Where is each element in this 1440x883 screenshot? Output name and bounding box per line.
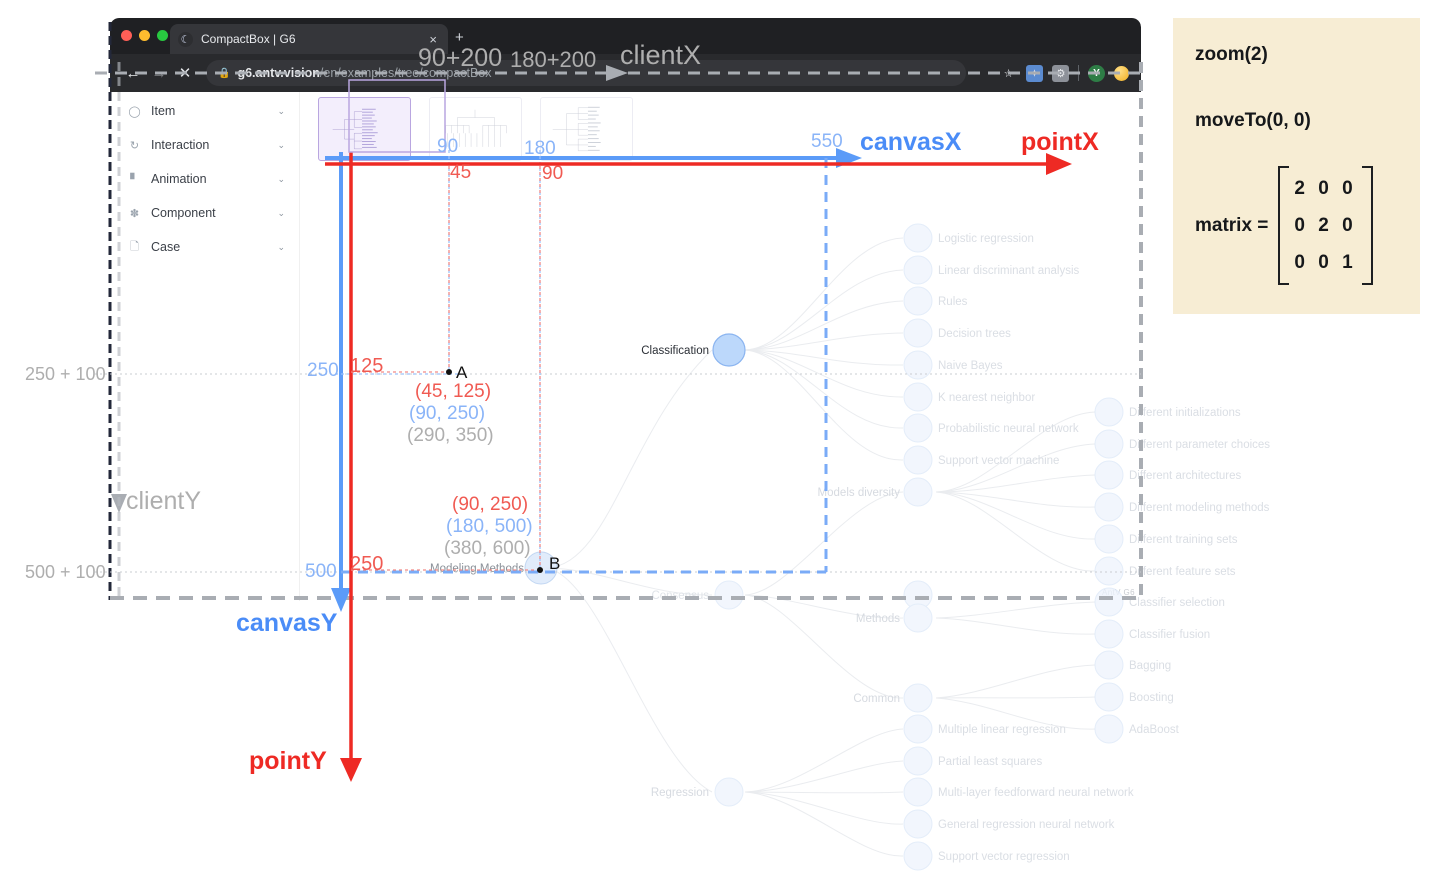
matrix-row-2: 0 2 0	[1294, 215, 1357, 237]
thumbnail-compact-box[interactable]	[318, 97, 411, 161]
matrix-row-1: 2 0 0	[1294, 178, 1357, 199]
thumbnail-mindmap[interactable]	[540, 97, 633, 161]
browser-window: ☾ CompactBox | G6 × + ← → ✕ 🔒 g6.antv.vi…	[110, 18, 1141, 601]
sidebar-item-label: Item	[151, 104, 176, 118]
svg-text:Different training sets: Different training sets	[1129, 534, 1238, 546]
matrix-brackets: 2 0 0 0 2 0 0 0 1	[1278, 166, 1373, 286]
models-diversity-children-labels: Different initializations Different para…	[1129, 407, 1270, 578]
svg-text:Different feature sets: Different feature sets	[1129, 566, 1236, 578]
bookmark-star-icon[interactable]: ☆	[1000, 65, 1017, 82]
matrix-row-3: 0 0 1	[1294, 252, 1357, 274]
url-domain: g6.antv.vision	[237, 66, 320, 80]
toolbar-divider	[1078, 65, 1079, 81]
svg-text:Different modeling methods: Different modeling methods	[1129, 502, 1270, 514]
sidebar-item-label: Case	[151, 240, 181, 254]
info-panel: zoom(2) moveTo(0, 0) matrix = 2 0 0 0 2 …	[1173, 18, 1420, 314]
common-children-labels: Bagging Boosting AdaBoost	[1129, 660, 1180, 736]
chevron-down-icon[interactable]: ⌄	[277, 106, 285, 117]
profile-icon[interactable]	[1114, 65, 1129, 81]
close-icon[interactable]: ×	[426, 33, 440, 46]
matrix-label: matrix =	[1195, 214, 1269, 236]
refresh-icon: ↻	[129, 139, 140, 152]
thumb-tree-icon	[332, 108, 378, 150]
svg-text:Support vector regression: Support vector regression	[938, 851, 1070, 863]
url-path: /en/examples/tree/compactBox	[319, 66, 492, 80]
sidebar-item-component[interactable]: ✽ Component ⌄	[110, 196, 299, 230]
tab-title: CompactBox | G6	[201, 32, 296, 46]
svg-text:Multiple linear regression: Multiple linear regression	[938, 724, 1066, 736]
svg-text:Common: Common	[853, 693, 900, 705]
thumb-mindmap-icon	[552, 106, 601, 152]
thumb-dendrogram-icon	[445, 109, 507, 147]
close-window-icon[interactable]	[121, 30, 132, 41]
chevron-down-icon[interactable]: ⌄	[277, 140, 285, 151]
screenshot-root: ☾ CompactBox | G6 × + ← → ✕ 🔒 g6.antv.vi…	[0, 0, 1440, 883]
tick-client-y-2: 500 + 100	[25, 562, 106, 582]
sidebar-item-animation[interactable]: ▘ Animation ⌄	[110, 162, 299, 196]
url-text: g6.antv.vision/en/examples/tree/compactB…	[237, 66, 491, 80]
svg-text:Classifier fusion: Classifier fusion	[1129, 629, 1210, 641]
browser-toolbar: ← → ✕ 🔒 g6.antv.vision/en/examples/tree/…	[110, 54, 1141, 92]
svg-text:Boosting: Boosting	[1129, 692, 1174, 704]
svg-text:Classifier selection: Classifier selection	[1129, 597, 1225, 609]
svg-text:Multi-layer feedforward neural: Multi-layer feedforward neural network	[938, 787, 1134, 799]
thumbnail-list	[318, 97, 633, 161]
window-controls[interactable]	[121, 30, 168, 41]
chart-icon: ▘	[130, 173, 139, 186]
chevron-down-icon[interactable]: ⌄	[277, 174, 285, 185]
moon-icon: ☾	[178, 31, 193, 47]
methods-children-labels: Classifier selection Classifier fusion	[1129, 597, 1225, 641]
svg-text:Partial least squares: Partial least squares	[938, 756, 1042, 768]
back-icon[interactable]: ←	[120, 60, 146, 86]
node-label-regression: Regression	[651, 787, 709, 799]
matrix-block: matrix = 2 0 0 0 2 0 0 0 1	[1195, 166, 1420, 286]
svg-text:Methods: Methods	[856, 613, 900, 625]
svg-text:Different initializations: Different initializations	[1129, 407, 1241, 419]
browser-titlebar: ☾ CompactBox | G6 × +	[110, 18, 1141, 54]
sidebar-item-case[interactable]: 🗋 Case ⌄	[110, 230, 299, 264]
avatar[interactable]: Y	[1088, 64, 1105, 82]
file-icon: 🗋	[130, 240, 139, 253]
chevron-down-icon[interactable]: ⌄	[277, 242, 285, 253]
svg-text:General regression neural netw: General regression neural network	[938, 819, 1115, 831]
svg-text:Different parameter choices: Different parameter choices	[1129, 439, 1270, 451]
svg-text:AdaBoost: AdaBoost	[1129, 724, 1180, 736]
chevron-down-icon[interactable]: ⌄	[277, 208, 285, 219]
lock-icon: 🔒	[218, 67, 231, 79]
browser-tab[interactable]: ☾ CompactBox | G6 ×	[170, 24, 448, 54]
stop-icon[interactable]: ✕	[172, 60, 198, 86]
shape-icon: ◯	[128, 105, 141, 118]
regression-children-labels: Multiple linear regression Partial least…	[938, 724, 1134, 863]
example-canvas[interactable]: AntV G6	[300, 92, 1141, 601]
toolbar-actions: ☆ ✦ ⚙ Y	[1000, 64, 1131, 82]
wand-icon: ✽	[129, 207, 140, 220]
sidebar: ◯ Item ⌄ ↻ Interaction ⌄ ▘ Animation ⌄ ✽…	[110, 92, 300, 601]
extension-2-icon[interactable]: ⚙	[1052, 64, 1069, 82]
thumbnail-dendrogram[interactable]	[429, 97, 522, 161]
forward-icon[interactable]: →	[146, 60, 172, 86]
maximize-window-icon[interactable]	[157, 30, 168, 41]
watermark: AntV G6	[1101, 588, 1135, 597]
address-bar[interactable]: 🔒 g6.antv.vision/en/examples/tree/compac…	[206, 60, 966, 86]
tick-client-y-1: 250 + 100	[25, 364, 106, 384]
sidebar-item-label: Component	[151, 206, 216, 220]
sidebar-item-interaction[interactable]: ↻ Interaction ⌄	[110, 128, 299, 162]
axis-label-pointy: pointY	[249, 747, 327, 775]
extension-icon[interactable]: ✦	[1026, 64, 1043, 82]
sidebar-item-item[interactable]: ◯ Item ⌄	[110, 94, 299, 128]
new-tab-button[interactable]: +	[455, 30, 464, 45]
sidebar-item-label: Animation	[151, 172, 207, 186]
svg-text:Bagging: Bagging	[1129, 660, 1171, 672]
moveto-line: moveTo(0, 0)	[1195, 110, 1311, 131]
page-content: ◯ Item ⌄ ↻ Interaction ⌄ ▘ Animation ⌄ ✽…	[110, 92, 1141, 601]
sidebar-item-label: Interaction	[151, 138, 210, 152]
minimize-window-icon[interactable]	[139, 30, 150, 41]
svg-text:Different architectures: Different architectures	[1129, 470, 1242, 482]
axis-label-canvasy: canvasY	[236, 609, 338, 637]
zoom-line: zoom(2)	[1195, 44, 1268, 65]
